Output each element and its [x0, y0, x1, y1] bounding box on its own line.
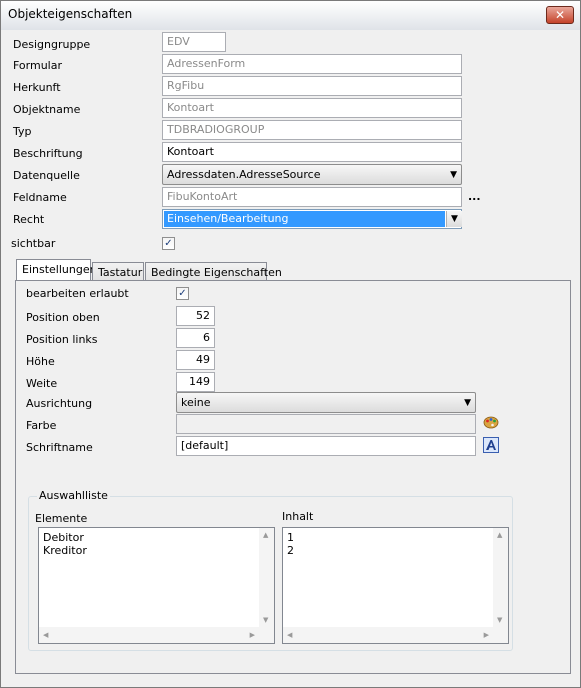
typ-label: Typ [13, 125, 32, 138]
schriftname-label: Schriftname [26, 441, 93, 454]
elemente-label: Elemente [35, 512, 88, 525]
hoehe-input[interactable]: 49 [176, 350, 215, 370]
scroll-left-icon[interactable]: ◀ [43, 631, 48, 639]
close-button[interactable]: ✕ [546, 6, 574, 24]
scroll-right-icon[interactable]: ▶ [484, 631, 489, 639]
auswahlliste-groupbox: Auswahlliste Elemente Inhalt Debitor Kre… [28, 489, 513, 651]
feldname-browse-button[interactable]: ... [468, 190, 481, 203]
beschriftung-input[interactable]: Kontoart [162, 142, 462, 162]
horizontal-scrollbar[interactable]: ◀ ▶ [39, 627, 274, 643]
farbe-field[interactable] [176, 414, 476, 434]
title-bar[interactable]: Objekteigenschaften ✕ [1, 1, 580, 30]
list-item[interactable]: Debitor [39, 531, 274, 544]
sichtbar-checkbox[interactable]: ✓ [162, 237, 175, 250]
sichtbar-label: sichtbar [11, 237, 56, 250]
feldname-label: Feldname [13, 191, 67, 204]
typ-field[interactable]: TDBRADIOGROUP [162, 120, 462, 140]
vertical-scrollbar[interactable]: ▲ ▼ [493, 528, 508, 627]
position-links-label: Position links [26, 333, 98, 346]
ausrichtung-label: Ausrichtung [26, 397, 93, 410]
ausrichtung-value: keine [181, 396, 211, 409]
objektname-label: Objektname [13, 103, 81, 116]
weite-label: Weite [26, 377, 58, 390]
formular-label: Formular [13, 59, 63, 72]
hoehe-label: Höhe [26, 355, 55, 368]
list-item[interactable]: 1 [283, 531, 508, 544]
scroll-up-icon[interactable]: ▲ [263, 531, 268, 539]
datenquelle-label: Datenquelle [13, 169, 80, 182]
auswahlliste-legend: Auswahlliste [37, 489, 110, 502]
herkunft-field[interactable]: RgFibu [162, 76, 462, 96]
objektname-field[interactable]: Kontoart [162, 98, 462, 118]
farbe-label: Farbe [26, 419, 57, 432]
beschriftung-label: Beschriftung [13, 147, 83, 160]
ausrichtung-dropdown[interactable]: keine ▼ [176, 392, 476, 413]
scroll-right-icon[interactable]: ▶ [250, 631, 255, 639]
list-item[interactable]: 2 [283, 544, 508, 557]
list-item[interactable]: Kreditor [39, 544, 274, 557]
bearbeiten-label: bearbeiten erlaubt [26, 287, 129, 300]
position-links-input[interactable]: 6 [176, 328, 215, 348]
properties-dialog: Objekteigenschaften ✕ Designgruppe EDV F… [0, 0, 581, 688]
datenquelle-dropdown[interactable]: Adressdaten.AdresseSource ▼ [162, 164, 462, 185]
designgruppe-field[interactable]: EDV [162, 32, 226, 52]
window-title: Objekteigenschaften [8, 7, 133, 21]
position-oben-input[interactable]: 52 [176, 306, 215, 326]
dialog-client: Designgruppe EDV Formular AdressenForm H… [5, 30, 576, 683]
bearbeiten-checkbox[interactable]: ✓ [176, 287, 189, 300]
horizontal-scrollbar[interactable]: ◀ ▶ [283, 627, 508, 643]
tab-tastatur[interactable]: Tastatur [92, 262, 144, 281]
chevron-down-icon: ▼ [450, 170, 457, 180]
schriftname-field[interactable]: [default] [176, 436, 476, 456]
palette-icon[interactable] [483, 414, 499, 430]
tab-bedingte-eigenschaften[interactable]: Bedingte Eigenschaften [145, 262, 282, 281]
recht-label: Recht [13, 213, 45, 226]
chevron-down-icon[interactable]: ▼ [446, 211, 462, 227]
scroll-left-icon[interactable]: ◀ [287, 631, 292, 639]
scroll-down-icon[interactable]: ▼ [263, 616, 268, 624]
scroll-down-icon[interactable]: ▼ [497, 616, 502, 624]
inhalt-label: Inhalt [282, 510, 314, 523]
datenquelle-value: Adressdaten.AdresseSource [167, 168, 321, 181]
elemente-list[interactable]: Debitor Kreditor ▲ ▼ ◀ ▶ [38, 527, 275, 644]
recht-value: Einsehen/Bearbeitung [164, 211, 445, 227]
weite-input[interactable]: 149 [176, 372, 215, 392]
recht-dropdown[interactable]: Einsehen/Bearbeitung ▼ [162, 209, 462, 229]
position-oben-label: Position oben [26, 311, 100, 324]
designgruppe-label: Designgruppe [13, 38, 91, 51]
scroll-up-icon[interactable]: ▲ [497, 531, 502, 539]
vertical-scrollbar[interactable]: ▲ ▼ [259, 528, 274, 627]
chevron-down-icon: ▼ [464, 398, 471, 408]
feldname-field[interactable]: FibuKontoArt [162, 187, 462, 207]
einstellungen-panel: bearbeiten erlaubt ✓ Position oben 52 Po… [15, 280, 571, 674]
herkunft-label: Herkunft [13, 81, 61, 94]
inhalt-list[interactable]: 1 2 ▲ ▼ ◀ ▶ [282, 527, 509, 644]
font-icon[interactable] [483, 437, 499, 453]
tab-einstellungen[interactable]: Einstellungen [16, 259, 97, 281]
formular-field[interactable]: AdressenForm [162, 54, 462, 74]
